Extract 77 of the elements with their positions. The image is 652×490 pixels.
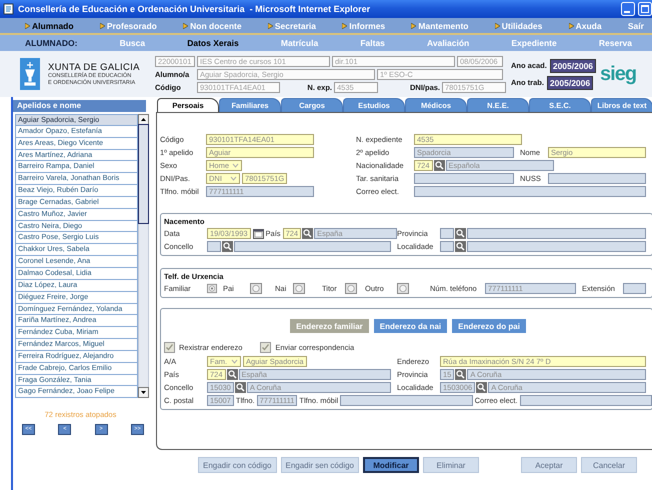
menu-item[interactable]: Saír [628, 20, 644, 30]
triangle-icon [342, 22, 348, 28]
checkbox[interactable] [260, 342, 272, 353]
action-button[interactable]: Modificar [363, 457, 419, 473]
logo-text: sieg [600, 62, 636, 86]
triangle-icon [268, 22, 273, 28]
radio-button[interactable] [250, 283, 262, 294]
triangle-icon [411, 22, 416, 28]
name-field[interactable] [234, 241, 391, 252]
triangle-icon [494, 22, 500, 28]
radio-button[interactable] [345, 283, 357, 294]
address-tab-button[interactable]: Enderezo familiar [290, 319, 369, 333]
text-field[interactable] [414, 186, 646, 197]
text-field[interactable] [414, 173, 514, 184]
window-title: Consellería de Educación e Ordenación Universitaria - Microsoft Internet Explorer [18, 4, 372, 14]
code-field[interactable] [207, 241, 221, 252]
action-button: Aceptar [521, 457, 577, 473]
address-tab-button[interactable]: Enderezo da nai [374, 319, 448, 333]
triangle-icon [100, 22, 105, 28]
text-field[interactable] [340, 395, 473, 406]
submenu-item[interactable]: Datos Xerais [187, 38, 239, 48]
code-field[interactable] [440, 241, 454, 252]
menu-item[interactable]: Profesorado [100, 20, 157, 30]
radio-button[interactable] [207, 283, 217, 294]
search-button[interactable] [455, 369, 466, 380]
submenu-item[interactable]: Matrícula [280, 38, 318, 48]
search-button[interactable] [455, 228, 466, 239]
submenu-item[interactable]: Reserva [598, 38, 632, 48]
radio-button[interactable] [397, 283, 409, 294]
menu-item[interactable]: Mantemento [411, 20, 468, 30]
search-button[interactable] [234, 382, 246, 393]
caret-icon [231, 359, 238, 364]
action-button: Engadir con código [198, 457, 276, 473]
text-field[interactable] [520, 395, 652, 406]
menu-item[interactable]: Informes [342, 20, 386, 30]
caret-icon [232, 163, 240, 168]
search-button[interactable] [434, 160, 445, 171]
text-field[interactable] [623, 283, 646, 294]
page-icon [3, 3, 15, 15]
year-value: 2005/2006 [546, 76, 594, 90]
search-button[interactable] [455, 241, 466, 252]
action-button: Eliminar [423, 457, 479, 473]
menu-item[interactable]: Alumnado [25, 20, 74, 30]
scrollbar[interactable] [138, 114, 149, 398]
triangle-icon [568, 22, 574, 28]
menu-item[interactable]: Non docente [183, 20, 242, 30]
section-label: ALUMNADO: [25, 38, 78, 48]
org-title: XUNTA DE GALICIA [48, 62, 140, 72]
emblem-icon [20, 58, 40, 90]
calendar-button[interactable] [252, 228, 264, 238]
submenu-item[interactable]: Faltas [360, 38, 385, 48]
action-button: Cancelar [581, 457, 637, 473]
action-button: Engadir sen código [280, 457, 359, 473]
name-field[interactable] [467, 228, 646, 239]
menu-item[interactable]: Utilidades [494, 20, 542, 30]
year-value: 2005/2006 [550, 58, 596, 72]
search-button[interactable] [222, 241, 233, 252]
maximize-button[interactable] [638, 2, 652, 16]
triangle-icon [183, 22, 188, 28]
list-header: Apelidos e nome [13, 100, 146, 112]
submenu-item[interactable]: Avaliación [427, 38, 470, 48]
submenu-item[interactable]: Busca [120, 38, 146, 48]
menu-item[interactable]: Axuda [568, 20, 602, 30]
search-button[interactable] [226, 369, 238, 380]
checkbox[interactable] [164, 342, 175, 353]
minimize-button[interactable] [621, 2, 635, 16]
address-tab-button[interactable]: Enderezo do pai [452, 319, 526, 333]
code-field[interactable] [440, 228, 454, 239]
menu-item[interactable]: Secretaria [268, 20, 316, 30]
text-field[interactable] [548, 173, 646, 184]
submenu-item[interactable]: Expediente [511, 38, 557, 48]
search-button[interactable] [302, 228, 314, 239]
radio-button[interactable] [293, 283, 305, 294]
triangle-icon [25, 22, 30, 28]
name-field[interactable] [467, 241, 646, 252]
caret-icon [230, 176, 237, 181]
search-button[interactable] [476, 382, 488, 393]
